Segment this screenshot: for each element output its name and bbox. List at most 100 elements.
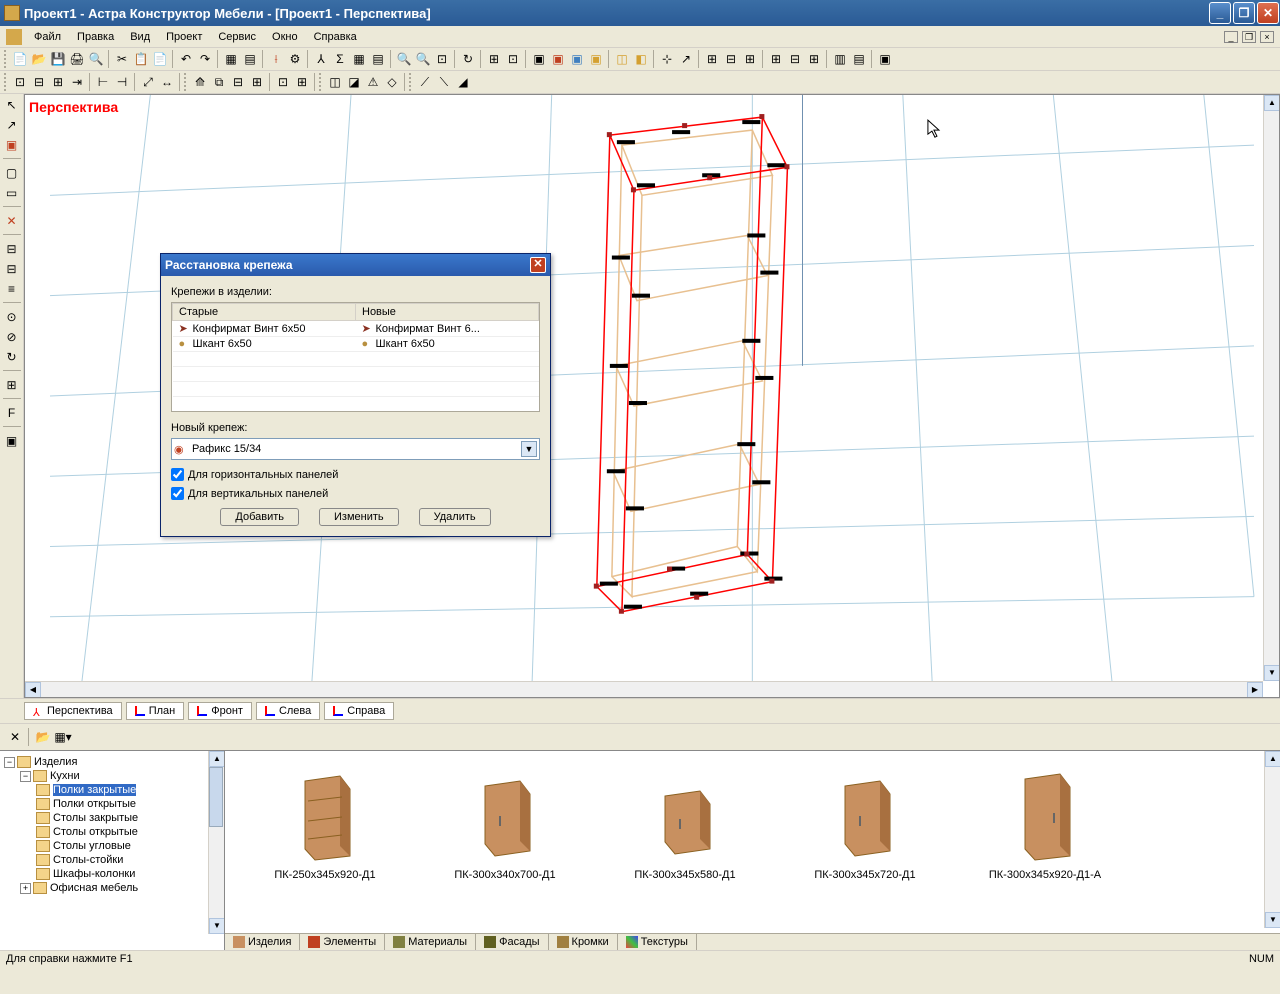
cube-icon[interactable]: ◫ (326, 73, 344, 91)
tree-item[interactable]: Столы закрытые (4, 811, 220, 825)
tool-icon[interactable]: ⊡ (274, 73, 292, 91)
delete-button[interactable]: Удалить (419, 508, 491, 526)
add-button[interactable]: Добавить (220, 508, 299, 526)
tool-icon[interactable]: ⊙ (3, 308, 21, 326)
tool-icon[interactable]: ⊟ (3, 240, 21, 258)
layout-icon[interactable]: ▥ (831, 50, 849, 68)
tool-icon[interactable]: ▢ (3, 164, 21, 182)
tab-left[interactable]: Слева (256, 702, 320, 720)
cube-icon[interactable]: ▣ (530, 50, 548, 68)
paste-icon[interactable]: 📄 (151, 50, 169, 68)
undo-icon[interactable]: ↶ (177, 50, 195, 68)
catalog-item[interactable]: ПК-250х345х920-Д1 (255, 771, 395, 881)
tree-item[interactable]: Столы-стойки (4, 853, 220, 867)
grid-icon[interactable]: ▦ (350, 50, 368, 68)
tool-icon[interactable]: ▭ (3, 184, 21, 202)
tool-icon[interactable]: ◧ (632, 50, 650, 68)
menu-edit[interactable]: Правка (69, 29, 122, 45)
open-catalog-icon[interactable]: 📂 (34, 728, 52, 746)
layout-icon[interactable]: ⊟ (786, 50, 804, 68)
check-vertical[interactable] (171, 487, 184, 500)
print-icon[interactable]: 🖨 (68, 50, 86, 68)
cube-icon[interactable]: ◪ (345, 73, 363, 91)
tool-icon[interactable]: ▤ (241, 50, 259, 68)
catalog-item[interactable]: ПК-300х345х920-Д1-А (975, 771, 1115, 881)
check-horizontal[interactable] (171, 468, 184, 481)
catalog-tab-facades[interactable]: Фасады (476, 934, 548, 950)
copy-icon[interactable]: 📋 (132, 50, 150, 68)
tree-icon[interactable]: ⅄ (312, 50, 330, 68)
tool-icon[interactable]: ↗ (677, 50, 695, 68)
tool-icon[interactable]: ⟋ (416, 73, 434, 91)
save-icon[interactable]: 💾 (49, 50, 67, 68)
tab-perspective[interactable]: ⅄Перспектива (24, 702, 122, 720)
new-icon[interactable]: 📄 (11, 50, 29, 68)
open-icon[interactable]: 📂 (30, 50, 48, 68)
screw-icon[interactable]: ⟊ (267, 50, 285, 68)
menu-help[interactable]: Справка (306, 29, 365, 45)
tool-icon[interactable]: ⊢ (94, 73, 112, 91)
col-old[interactable]: Старые (173, 304, 356, 321)
tool-icon[interactable]: ◇ (383, 73, 401, 91)
tool-icon[interactable]: ⟰ (191, 73, 209, 91)
catalog-tab-materials[interactable]: Материалы (385, 934, 476, 950)
list-icon[interactable]: ▤ (369, 50, 387, 68)
catalog-item[interactable]: ПК-300х345х580-Д1 (615, 771, 755, 881)
tool-icon[interactable]: ⊞ (3, 376, 21, 394)
tool-icon[interactable]: ⊡ (11, 73, 29, 91)
tool-icon[interactable]: ▣ (3, 432, 21, 450)
tool-icon[interactable]: ⊟ (229, 73, 247, 91)
refresh-icon[interactable]: ↻ (459, 50, 477, 68)
catalog-tab-elements[interactable]: Элементы (300, 934, 385, 950)
layout-icon[interactable]: ⊞ (741, 50, 759, 68)
mdi-close-icon[interactable]: × (1260, 31, 1274, 43)
pointer-icon[interactable]: ↖ (3, 96, 21, 114)
tool-icon[interactable]: ▦ (222, 50, 240, 68)
tool-icon[interactable]: ↗ (3, 116, 21, 134)
tool-icon[interactable]: ⤢ (139, 73, 157, 91)
tool-icon[interactable]: ⟍ (435, 73, 453, 91)
tree-item[interactable]: Полки закрытые (4, 783, 220, 797)
tab-right[interactable]: Справа (324, 702, 394, 720)
tool-icon[interactable]: ↔ (158, 73, 176, 91)
catalog-tab-edges[interactable]: Кромки (549, 934, 618, 950)
cut-icon[interactable]: ✂ (113, 50, 131, 68)
zoom-out-icon[interactable]: 🔍 (414, 50, 432, 68)
tool-icon[interactable]: ⇥ (68, 73, 86, 91)
close-button[interactable]: ✕ (1257, 2, 1279, 24)
tool-icon[interactable]: ▣ (3, 136, 21, 154)
menu-service[interactable]: Сервис (210, 29, 264, 45)
cascade-icon[interactable]: ▣ (876, 50, 894, 68)
catalog-item[interactable]: ПК-300х345х720-Д1 (795, 771, 935, 881)
zoom-fit-icon[interactable]: ⊡ (433, 50, 451, 68)
fastener-select[interactable]: ◉ Рафикс 15/34 ▼ (171, 438, 540, 460)
tool-icon[interactable]: ⊘ (3, 328, 21, 346)
tree-item[interactable]: Столы открытые (4, 825, 220, 839)
col-new[interactable]: Новые (356, 304, 539, 321)
layout-icon[interactable]: ⊟ (722, 50, 740, 68)
tree-office[interactable]: +Офисная мебель (4, 881, 220, 895)
table-row[interactable]: ●Шкант 6х50 ●Шкант 6х50 (173, 337, 539, 352)
warning-icon[interactable]: ⚠ (364, 73, 382, 91)
cube-icon[interactable]: ▣ (549, 50, 567, 68)
fasteners-table[interactable]: Старые Новые ➤Конфирмат Винт 6х50 ➤Конфи… (171, 302, 540, 412)
tool-icon[interactable]: ⧉ (210, 73, 228, 91)
tab-front[interactable]: Фронт (188, 702, 252, 720)
layout-icon[interactable]: ▤ (850, 50, 868, 68)
tool-icon[interactable]: ⊹ (658, 50, 676, 68)
tool-icon[interactable]: ⊟ (30, 73, 48, 91)
tool-icon[interactable]: ≡ (3, 280, 21, 298)
dialog-close-button[interactable]: ✕ (530, 257, 546, 273)
mdi-restore-icon[interactable]: ❐ (1242, 31, 1256, 43)
tree-item[interactable]: Полки открытые (4, 797, 220, 811)
tool-icon[interactable]: ◢ (454, 73, 472, 91)
redo-icon[interactable]: ↷ (196, 50, 214, 68)
scrollbar-vertical[interactable]: ▲ ▼ (1263, 95, 1279, 681)
sum-icon[interactable]: Σ (331, 50, 349, 68)
viewport-3d[interactable]: Перспектива (24, 94, 1280, 698)
tool-icon[interactable]: ⊟ (3, 260, 21, 278)
tree-kitchen[interactable]: −Кухни (4, 769, 220, 783)
view-icon[interactable]: ⊞ (485, 50, 503, 68)
catalog-tab-products[interactable]: Изделия (225, 934, 300, 950)
cube-icon[interactable]: ▣ (568, 50, 586, 68)
